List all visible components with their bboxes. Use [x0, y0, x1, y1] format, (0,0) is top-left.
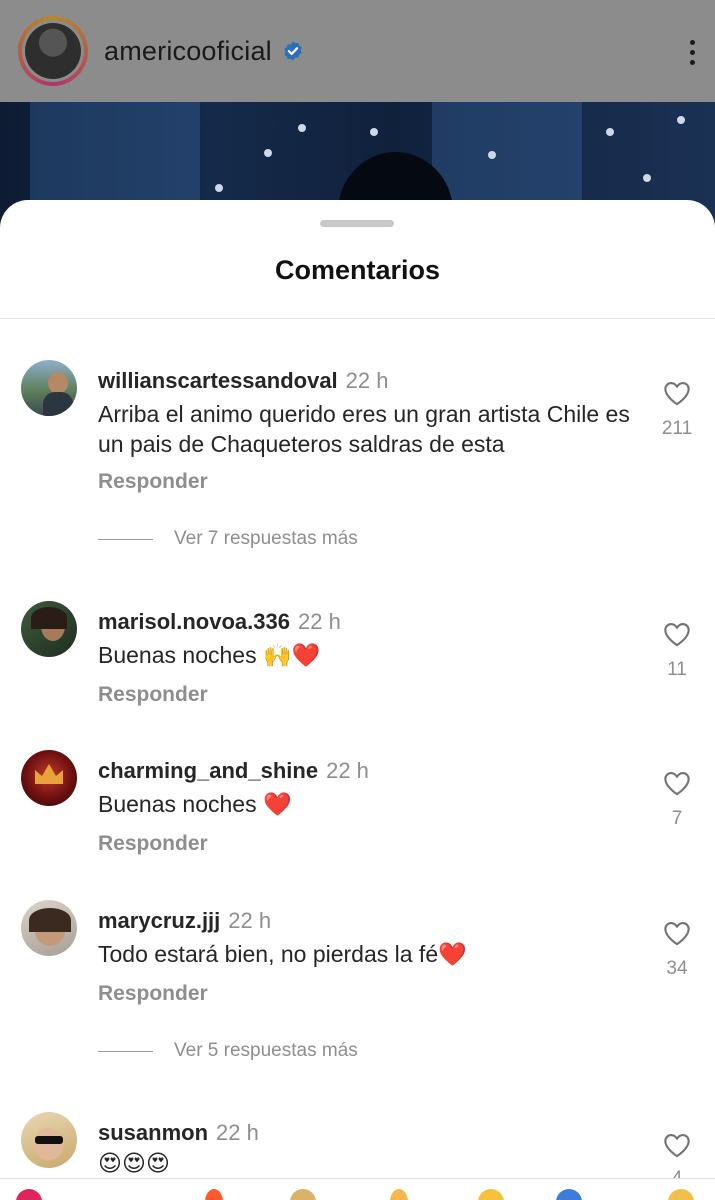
- heart-emoji-icon[interactable]: [16, 1189, 42, 1200]
- view-more-replies[interactable]: Ver 5 respuestas más: [98, 1040, 358, 1062]
- avatar[interactable]: [21, 1112, 77, 1168]
- verified-badge-icon: [284, 41, 302, 61]
- reply-button[interactable]: Responder: [98, 683, 208, 707]
- comment-text: Arriba el animo querido eres un gran art…: [98, 401, 630, 457]
- clap-emoji-icon[interactable]: [290, 1189, 316, 1200]
- emoji-reaction-bar: [0, 1178, 715, 1200]
- reply-button[interactable]: Responder: [98, 832, 208, 856]
- comment-username[interactable]: marycruz.jjj: [98, 908, 220, 933]
- heart-icon[interactable]: [663, 380, 691, 406]
- replies-line: [98, 538, 153, 540]
- comment-text: Buenas noches 🙌❤️: [98, 642, 321, 668]
- comment-time: 22 h: [345, 368, 389, 393]
- avatar[interactable]: [21, 900, 77, 956]
- like-count: 11: [667, 659, 687, 680]
- comment-text: Todo estará bien, no pierdas la fé❤️: [98, 941, 467, 967]
- reply-button[interactable]: Responder: [98, 982, 208, 1006]
- profile-username[interactable]: americooficial: [104, 36, 272, 67]
- reply-button[interactable]: Responder: [98, 470, 208, 494]
- comment-time: 22 h: [228, 908, 272, 933]
- smile-emoji-icon[interactable]: [478, 1189, 504, 1200]
- avatar[interactable]: [21, 601, 77, 657]
- comment-time: 22 h: [216, 1120, 259, 1145]
- like-count: 7: [671, 808, 683, 829]
- comment-username[interactable]: susanmon: [98, 1120, 208, 1145]
- view-more-replies[interactable]: Ver 7 respuestas más: [98, 528, 358, 550]
- replies-line: [98, 1050, 153, 1052]
- fire-emoji-icon[interactable]: [205, 1189, 223, 1200]
- view-more-replies-label: Ver 5 respuestas más: [174, 1040, 358, 1061]
- sad-emoji-icon[interactable]: [556, 1189, 582, 1200]
- comment-text: Buenas noches ❤️: [98, 791, 292, 817]
- heart-icon[interactable]: [663, 920, 691, 946]
- heart-icon[interactable]: [663, 770, 691, 796]
- like-count: 211: [661, 418, 693, 439]
- post-header: americooficial: [0, 0, 715, 102]
- view-more-replies-label: Ver 7 respuestas más: [174, 528, 358, 549]
- comment-username[interactable]: charming_and_shine: [98, 758, 318, 783]
- heart-icon[interactable]: [663, 1132, 691, 1158]
- like-count: 34: [666, 958, 688, 979]
- avatar[interactable]: [21, 750, 77, 806]
- heart-icon[interactable]: [663, 621, 691, 647]
- avatar[interactable]: [21, 360, 77, 416]
- drag-handle[interactable]: [320, 220, 394, 227]
- profile-avatar[interactable]: [18, 16, 88, 86]
- thumb-emoji-icon[interactable]: [390, 1189, 408, 1200]
- comment-time: 22 h: [297, 609, 341, 634]
- divider: [0, 318, 715, 319]
- comment-text: 😍😍😍: [98, 1150, 170, 1176]
- sheet-title: Comentarios: [274, 255, 441, 285]
- comment-time: 22 h: [326, 758, 369, 783]
- comments-sheet: Comentarios willianscartessandoval 22 h A…: [0, 200, 715, 1200]
- more-options-icon[interactable]: [690, 40, 695, 65]
- comment-username[interactable]: marisol.novoa.336: [98, 609, 290, 634]
- laugh-emoji-icon[interactable]: [668, 1189, 694, 1200]
- comment-username[interactable]: willianscartessandoval: [98, 368, 338, 393]
